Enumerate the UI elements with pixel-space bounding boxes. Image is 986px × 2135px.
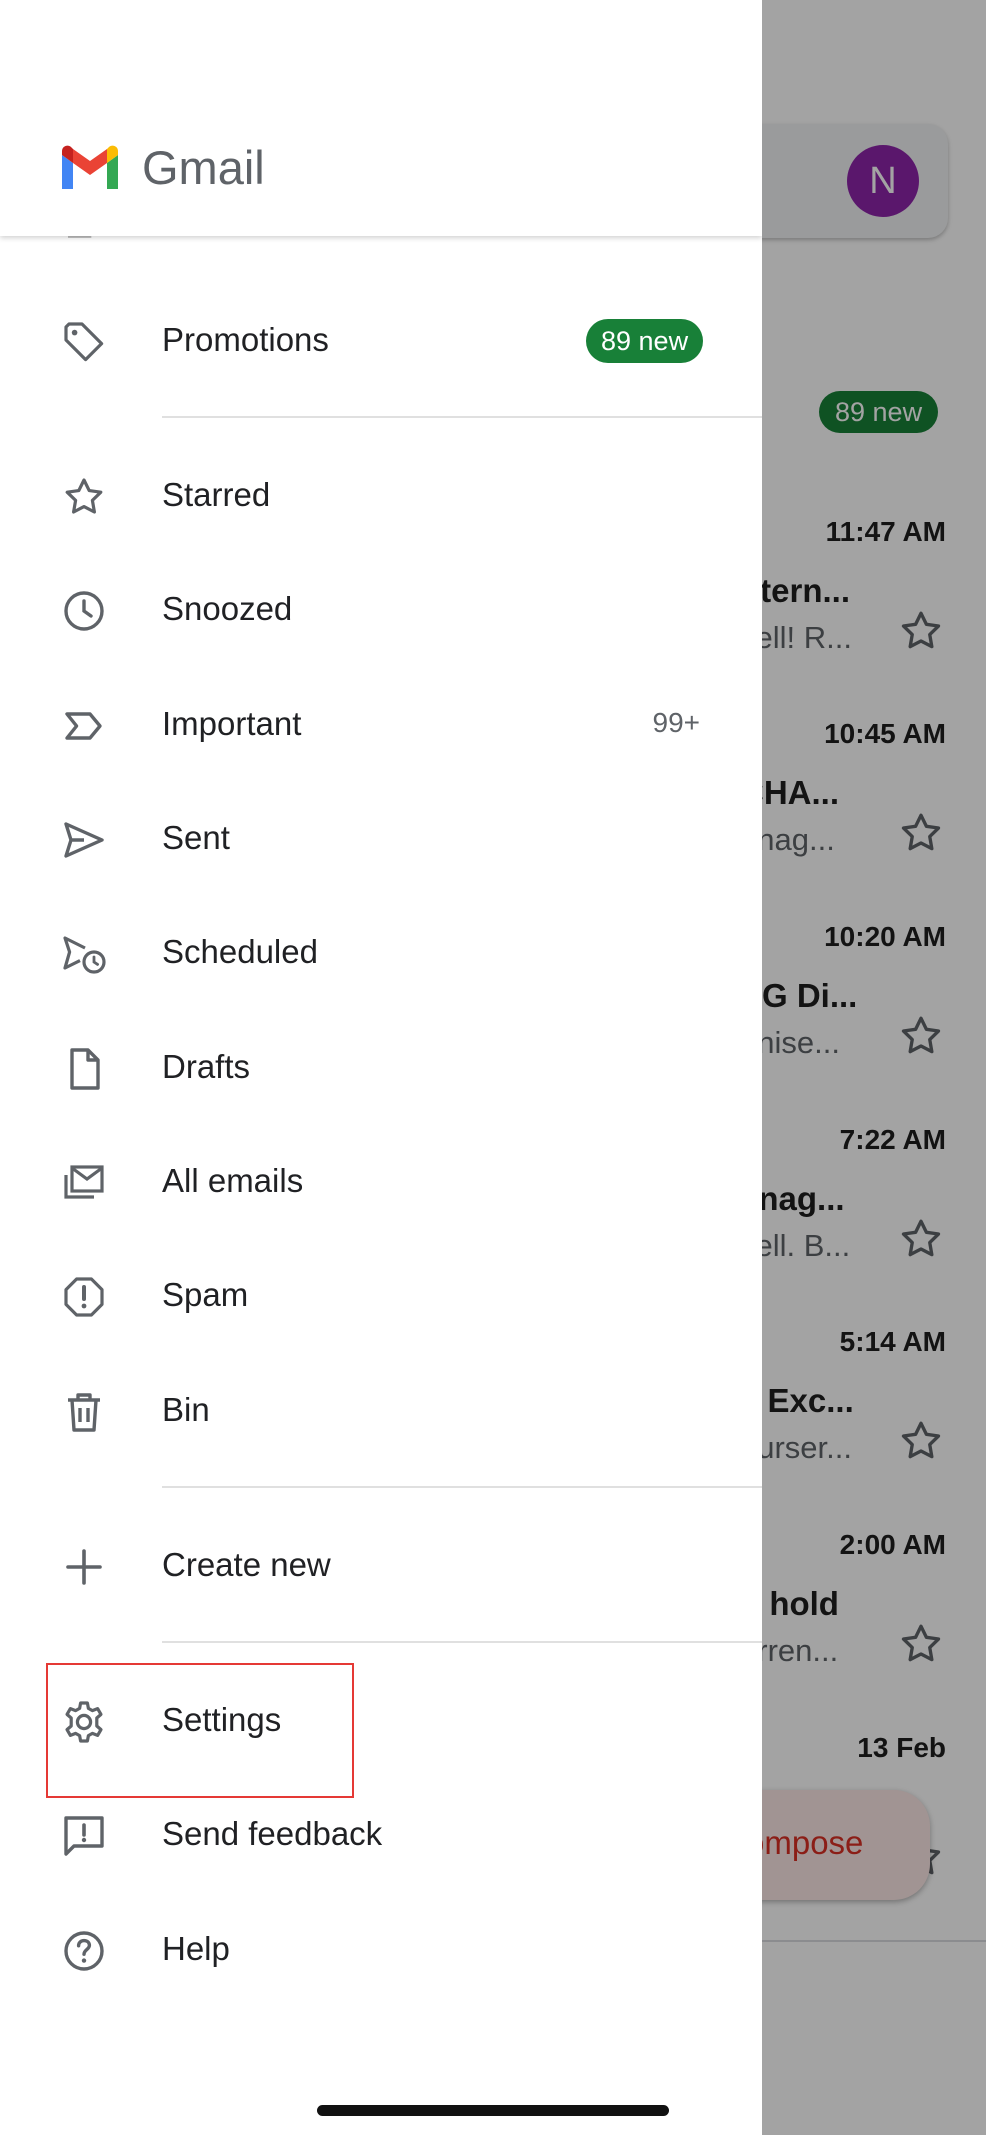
scheduled-icon (63, 936, 106, 974)
sidebar-item-label: Spam (162, 1276, 249, 1313)
sidebar-item-label: Sent (162, 819, 230, 856)
unread-count: 99+ (652, 707, 701, 738)
sidebar-item-all-emails[interactable]: All emails (0, 1124, 762, 1238)
plus-icon (66, 1549, 102, 1585)
spam-icon (64, 1277, 104, 1317)
sidebar-item-scheduled[interactable]: Scheduled (0, 895, 762, 1009)
sidebar-item-send-feedback[interactable]: Send feedback (0, 1777, 762, 1891)
help-icon (64, 1931, 104, 1971)
new-count-badge: 89 new (586, 319, 704, 363)
sidebar-item-label: Starred (162, 476, 271, 513)
sidebar-item-bin[interactable]: Bin (0, 1353, 762, 1467)
app-title: Gmail (142, 141, 265, 194)
clock-icon (64, 591, 104, 631)
sidebar-item-spam[interactable]: Spam (0, 1238, 762, 1352)
sidebar-item-label: All emails (162, 1162, 304, 1199)
sidebar-item-help[interactable]: Help (0, 1892, 762, 2006)
sidebar-item-promotions[interactable]: Promotions 89 new (0, 283, 762, 397)
navigation-drawer: Gmail Social Promotions 89 new Starred S… (0, 0, 762, 2135)
trash-icon (68, 1393, 100, 1432)
sidebar-item-label: Bin (162, 1391, 210, 1428)
sidebar-item-label: Important (162, 705, 302, 742)
important-icon (65, 712, 102, 740)
drawer-header: Gmail (0, 0, 762, 236)
divider (162, 1486, 762, 1488)
all-mail-icon (64, 1165, 104, 1199)
sidebar-item-label: Help (162, 1930, 230, 1967)
gmail-logo-icon (62, 145, 118, 189)
sidebar-item-important[interactable]: Important 99+ (0, 667, 762, 781)
sidebar-item-snoozed[interactable]: Snoozed (0, 552, 762, 666)
sidebar-item-drafts[interactable]: Drafts (0, 1010, 762, 1124)
send-icon (64, 822, 104, 858)
sidebar-item-label: Snoozed (162, 590, 293, 627)
feedback-icon (64, 1816, 104, 1856)
divider (162, 416, 762, 418)
sidebar-item-label: Send feedback (162, 1815, 383, 1852)
home-indicator[interactable] (317, 2105, 669, 2116)
sidebar-item-label: Scheduled (162, 933, 318, 970)
sidebar-item-sent[interactable]: Sent (0, 781, 762, 895)
sidebar-item-label: Promotions (162, 321, 329, 358)
sidebar-item-label: Drafts (162, 1048, 251, 1085)
tag-icon (64, 322, 104, 362)
draft-icon (70, 1048, 100, 1090)
star-icon (65, 478, 103, 514)
sidebar-item-label: Create new (162, 1546, 331, 1583)
create-new-label-button[interactable]: Create new (0, 1508, 762, 1622)
sidebar-item-starred[interactable]: Starred (0, 438, 762, 552)
divider (162, 1641, 762, 1643)
